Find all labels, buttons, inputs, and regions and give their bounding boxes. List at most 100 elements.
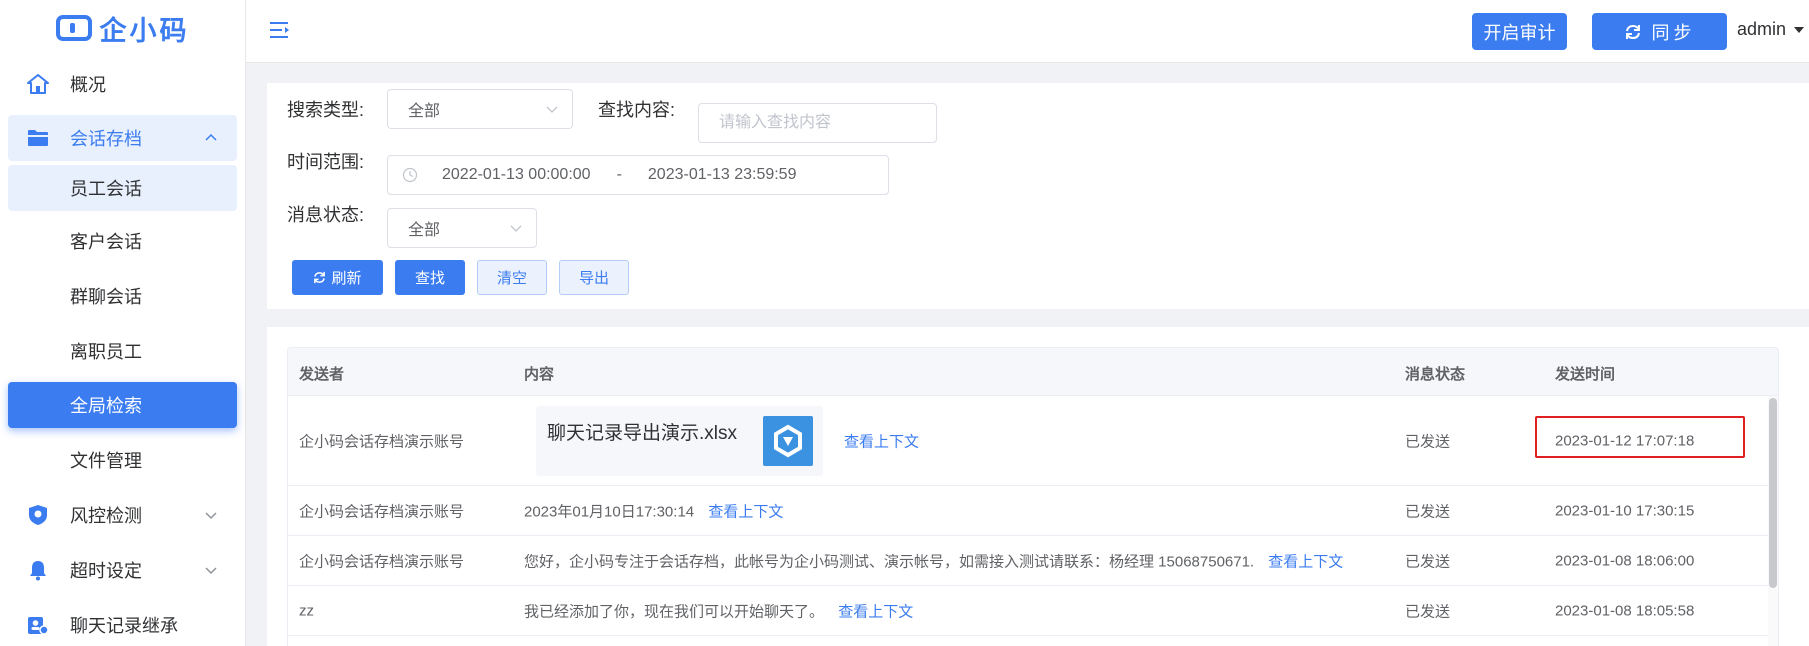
column-header-status: 消息状态 xyxy=(1405,366,1466,383)
sidebar-item-label: 概况 xyxy=(70,74,106,95)
date-range-end: 2023-01-13 23:59:59 xyxy=(647,166,797,183)
status-cell: 已发送 xyxy=(1405,603,1451,620)
time-range-label: 时间范围: xyxy=(287,152,365,172)
sidebar-item-label: 客户会话 xyxy=(70,231,142,252)
sidebar-item-label: 全局检索 xyxy=(70,396,142,416)
sidebar-item-chat-inheritance[interactable]: 聊天记录继承 xyxy=(0,597,245,646)
message-text: 您好，企小码专注于会话存档，此帐号为企小码测试、演示帐号，如需接入测试请联系：杨… xyxy=(524,553,1255,570)
user-transfer-icon xyxy=(26,613,50,637)
logo-text: 企小码 xyxy=(99,15,190,46)
sender-cell: 企小码会话存档演示账号 xyxy=(299,433,465,450)
sidebar-item-file-management[interactable]: 文件管理 xyxy=(0,432,245,487)
logo: 企小码 xyxy=(0,0,245,56)
collapse-menu-icon[interactable] xyxy=(268,18,292,42)
shield-icon xyxy=(26,503,50,527)
content-cell: 我已经添加了你，现在我们可以开始聊天了。 查看上下文 xyxy=(524,600,913,621)
sidebar-item-label: 风控检测 xyxy=(70,505,142,526)
search-type-label: 搜索类型: xyxy=(287,100,365,120)
date-range-separator: - xyxy=(616,166,622,183)
sender-cell: zz xyxy=(299,602,314,619)
column-header-content: 内容 xyxy=(524,366,555,383)
sidebar-item-label: 超时设定 xyxy=(70,560,142,581)
date-range-picker[interactable]: 2022-01-13 00:00:00 - 2023-01-13 23:59:5… xyxy=(387,155,889,195)
clock-icon xyxy=(402,167,418,183)
sidebar-item-label: 员工会话 xyxy=(70,179,142,199)
chevron-up-icon xyxy=(205,133,217,141)
sidebar-item-label: 聊天记录继承 xyxy=(70,615,178,636)
status-cell: 已发送 xyxy=(1405,503,1451,520)
table-scrollbar[interactable] xyxy=(1768,396,1778,646)
column-header-sender: 发送者 xyxy=(299,366,345,383)
file-name: 聊天记录导出演示.xlsx xyxy=(547,423,738,444)
refresh-icon xyxy=(314,271,326,284)
table-row: 企小码会话存档演示账号 您好，企小码专注于会话存档，此帐号为企小码测试、演示帐号… xyxy=(288,536,1778,586)
search-type-value: 全部 xyxy=(408,103,441,120)
status-cell: 已发送 xyxy=(1405,553,1451,570)
sync-icon xyxy=(1625,24,1640,39)
file-type-icon xyxy=(763,416,813,466)
top-header: 开启审计 同步 admin xyxy=(246,0,1809,63)
caret-down-icon xyxy=(1794,26,1805,33)
search-type-select[interactable]: 全部 xyxy=(387,89,573,129)
refresh-button[interactable]: 刷新 xyxy=(292,260,383,295)
date-range-start: 2022-01-13 00:00:00 xyxy=(442,166,591,183)
home-icon xyxy=(26,72,50,96)
keyword-input[interactable] xyxy=(698,103,937,143)
username: admin xyxy=(1737,19,1787,39)
sidebar-item-departed-employees[interactable]: 离职员工 xyxy=(0,323,245,378)
sidebar-item-label: 离职员工 xyxy=(70,341,142,362)
sync-button[interactable]: 同步 xyxy=(1592,13,1727,50)
bell-icon xyxy=(26,558,50,582)
search-button[interactable]: 查找 xyxy=(395,260,465,295)
chevron-down-icon xyxy=(546,106,558,113)
chevron-down-icon xyxy=(510,225,522,232)
time-cell: 2023-01-08 18:06:00 xyxy=(1555,552,1695,569)
search-filter-panel: 搜索类型: 全部 查找内容: 时间范围: 2022-01-13 00:00:00… xyxy=(267,83,1809,309)
results-panel: 发送者 内容 消息状态 发送时间 企小码会话存档演示账号 聊天记录导出演示.xl… xyxy=(267,327,1809,646)
message-text: 2023年01月10日17:30:14 xyxy=(524,503,695,520)
results-table: 发送者 内容 消息状态 发送时间 企小码会话存档演示账号 聊天记录导出演示.xl… xyxy=(287,347,1779,646)
chevron-down-icon xyxy=(205,566,217,574)
keyword-label: 查找内容: xyxy=(598,100,676,120)
message-status-select[interactable]: 全部 xyxy=(387,208,537,248)
view-context-link[interactable]: 查看上下文 xyxy=(708,503,783,520)
table-row: zz 我已经添加了你，现在我们可以开始聊天了。 查看上下文 已发送 2023-0… xyxy=(288,586,1778,636)
scrollbar-thumb[interactable] xyxy=(1769,398,1777,588)
chevron-down-icon xyxy=(205,511,217,519)
sidebar-item-overview[interactable]: 概况 xyxy=(0,56,245,111)
export-button[interactable]: 导出 xyxy=(559,260,629,295)
table-row: 企小码会话存档演示账号 2023年01月10日17:30:14 查看上下文 已发… xyxy=(288,486,1778,536)
sidebar-item-global-search[interactable]: 全局检索 xyxy=(8,382,237,428)
sender-cell: 企小码会话存档演示账号 xyxy=(299,553,465,570)
user-menu[interactable]: admin xyxy=(1737,19,1805,40)
file-attachment-card[interactable]: 聊天记录导出演示.xlsx xyxy=(536,406,823,476)
message-status-label: 消息状态: xyxy=(287,205,365,225)
sidebar-nav: 概况 会话存档 员工会话 客户会话 群聊会话 离职员工 全局检索 文件管理 风控… xyxy=(0,56,245,646)
sidebar-item-customer-sessions[interactable]: 客户会话 xyxy=(0,213,245,268)
folder-icon xyxy=(26,126,50,150)
sidebar-item-employee-sessions[interactable]: 员工会话 xyxy=(8,165,237,211)
refresh-label: 刷新 xyxy=(331,270,362,287)
logo-icon xyxy=(55,15,92,41)
time-cell: 2023-01-10 17:30:15 xyxy=(1555,502,1695,519)
view-context-link[interactable]: 查看上下文 xyxy=(844,430,919,451)
sidebar-item-label: 文件管理 xyxy=(70,450,142,471)
sidebar-item-label: 群聊会话 xyxy=(70,286,142,307)
clear-button[interactable]: 清空 xyxy=(477,260,547,295)
enable-audit-button[interactable]: 开启审计 xyxy=(1472,13,1567,50)
sidebar: 企小码 概况 会话存档 员工会话 客户会话 群聊会话 离职员工 全局检索 文件管… xyxy=(0,0,246,646)
content-cell: 您好，企小码专注于会话存档，此帐号为企小码测试、演示帐号，如需接入测试请联系：杨… xyxy=(524,550,1343,571)
message-status-value: 全部 xyxy=(408,222,441,239)
sidebar-item-session-archive[interactable]: 会话存档 xyxy=(8,115,237,161)
content-cell: 2023年01月10日17:30:14 查看上下文 xyxy=(524,500,783,521)
column-header-time: 发送时间 xyxy=(1555,366,1616,383)
sync-label: 同步 xyxy=(1651,22,1696,43)
sidebar-item-label: 会话存档 xyxy=(70,129,142,149)
view-context-link[interactable]: 查看上下文 xyxy=(1268,553,1343,570)
table-header: 发送者 内容 消息状态 发送时间 xyxy=(288,348,1778,396)
time-cell: 2023-01-08 18:05:58 xyxy=(1555,602,1695,619)
view-context-link[interactable]: 查看上下文 xyxy=(838,603,913,620)
sidebar-item-risk-detection[interactable]: 风控检测 xyxy=(0,487,245,542)
sidebar-item-group-chats[interactable]: 群聊会话 xyxy=(0,268,245,323)
sidebar-item-timeout-settings[interactable]: 超时设定 xyxy=(0,542,245,597)
